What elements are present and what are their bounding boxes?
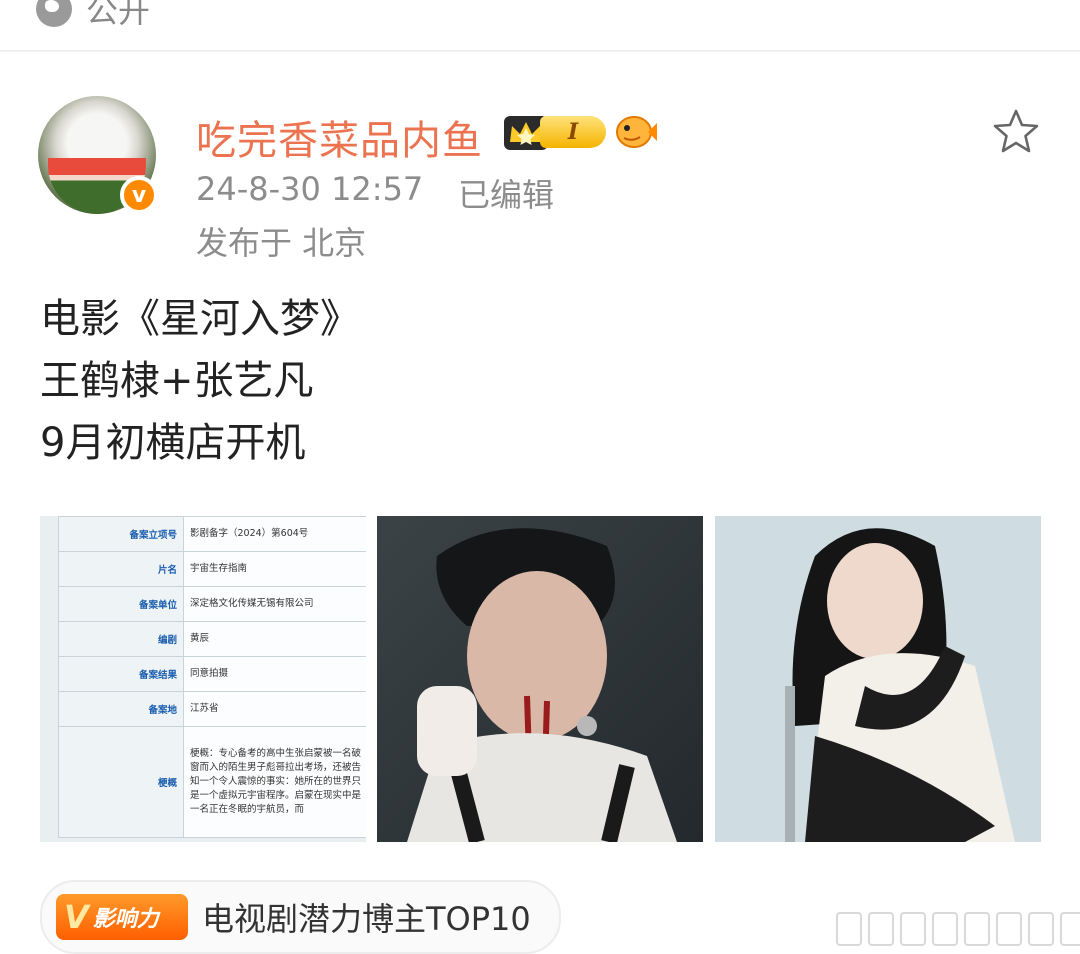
image-thumbnail-actor-photo[interactable] — [377, 516, 703, 842]
filing-value: 深定格文化传媒无锡有限公司 — [183, 586, 366, 622]
influence-badge: V 影响力 — [56, 894, 188, 940]
influence-tag[interactable]: V 影响力 电视剧潜力博主TOP10 — [40, 880, 561, 954]
indicator-segment — [1028, 912, 1054, 946]
v-icon: V — [64, 898, 89, 936]
influence-text: 电视剧潜力博主TOP10 — [202, 900, 531, 938]
filing-value: 江苏省 — [183, 691, 366, 727]
post-body: 电影《星河入梦》 王鹤棣+张艺凡 9月初横店开机 — [40, 288, 360, 474]
indicator-segment — [868, 912, 894, 946]
edited-label[interactable]: 已编辑 — [458, 170, 554, 216]
top-strip: 公开 — [0, 0, 1080, 52]
post-location: 发布于 北京 — [196, 224, 367, 262]
visibility-indicator[interactable]: 公开 — [36, 0, 150, 32]
filing-key: 片名 — [58, 551, 184, 587]
visibility-label: 公开 — [86, 0, 151, 30]
filing-value: 同意拍摄 — [183, 656, 366, 692]
actress-photo — [785, 528, 1015, 842]
indicator-segment — [996, 912, 1022, 946]
filing-value: 梗概：专心备考的高中生张启蒙被一名破窗而入的陌生男子彪哥拉出考场，还被告知一个令… — [183, 726, 366, 838]
filing-key: 备案立项号 — [58, 516, 184, 552]
post-text-line: 9月初横店开机 — [40, 420, 306, 466]
filing-table: 备案立项号 影剧备字（2024）第604号 片名 宇宙生存指南 备案单位 深定格文化传… — [58, 516, 366, 838]
filing-key: 梗概 — [58, 726, 184, 838]
filing-value: 影剧备字（2024）第604号 — [183, 516, 366, 552]
filing-key: 备案单位 — [58, 586, 184, 622]
indicator-segment — [932, 912, 958, 946]
scroll-indicator — [836, 912, 1080, 946]
filing-value: 黄辰 — [183, 621, 366, 657]
fish-icon — [616, 116, 657, 148]
filing-key: 编剧 — [58, 621, 184, 657]
filing-key: 备案地 — [58, 691, 184, 727]
indicator-segment — [1060, 912, 1080, 946]
filing-value: 宇宙生存指南 — [183, 551, 366, 587]
post-timestamp: 24-8-30 12:57 — [196, 170, 424, 208]
post-text-line: 电影《星河入梦》 — [40, 296, 360, 342]
image-thumbnail-actress-photo[interactable] — [715, 516, 1041, 842]
globe-icon — [36, 0, 72, 27]
indicator-segment — [900, 912, 926, 946]
author-name[interactable]: 吃完香菜品内鱼 — [196, 108, 483, 166]
post-text-line: 王鹤棣+张艺凡 — [40, 358, 314, 404]
indicator-segment — [836, 912, 862, 946]
member-level-badge[interactable]: I — [540, 116, 606, 148]
image-thumbnail-filing-document[interactable]: 备案立项号 影剧备字（2024）第604号 片名 宇宙生存指南 备案单位 深定格文化传… — [40, 516, 366, 842]
favorite-star-icon[interactable] — [990, 106, 1042, 158]
filing-key: 备案结果 — [58, 656, 184, 692]
actor-photo — [407, 528, 677, 842]
verified-badge-icon: v — [120, 176, 158, 214]
indicator-segment — [964, 912, 990, 946]
influence-badge-label: 影响力 — [92, 907, 159, 932]
